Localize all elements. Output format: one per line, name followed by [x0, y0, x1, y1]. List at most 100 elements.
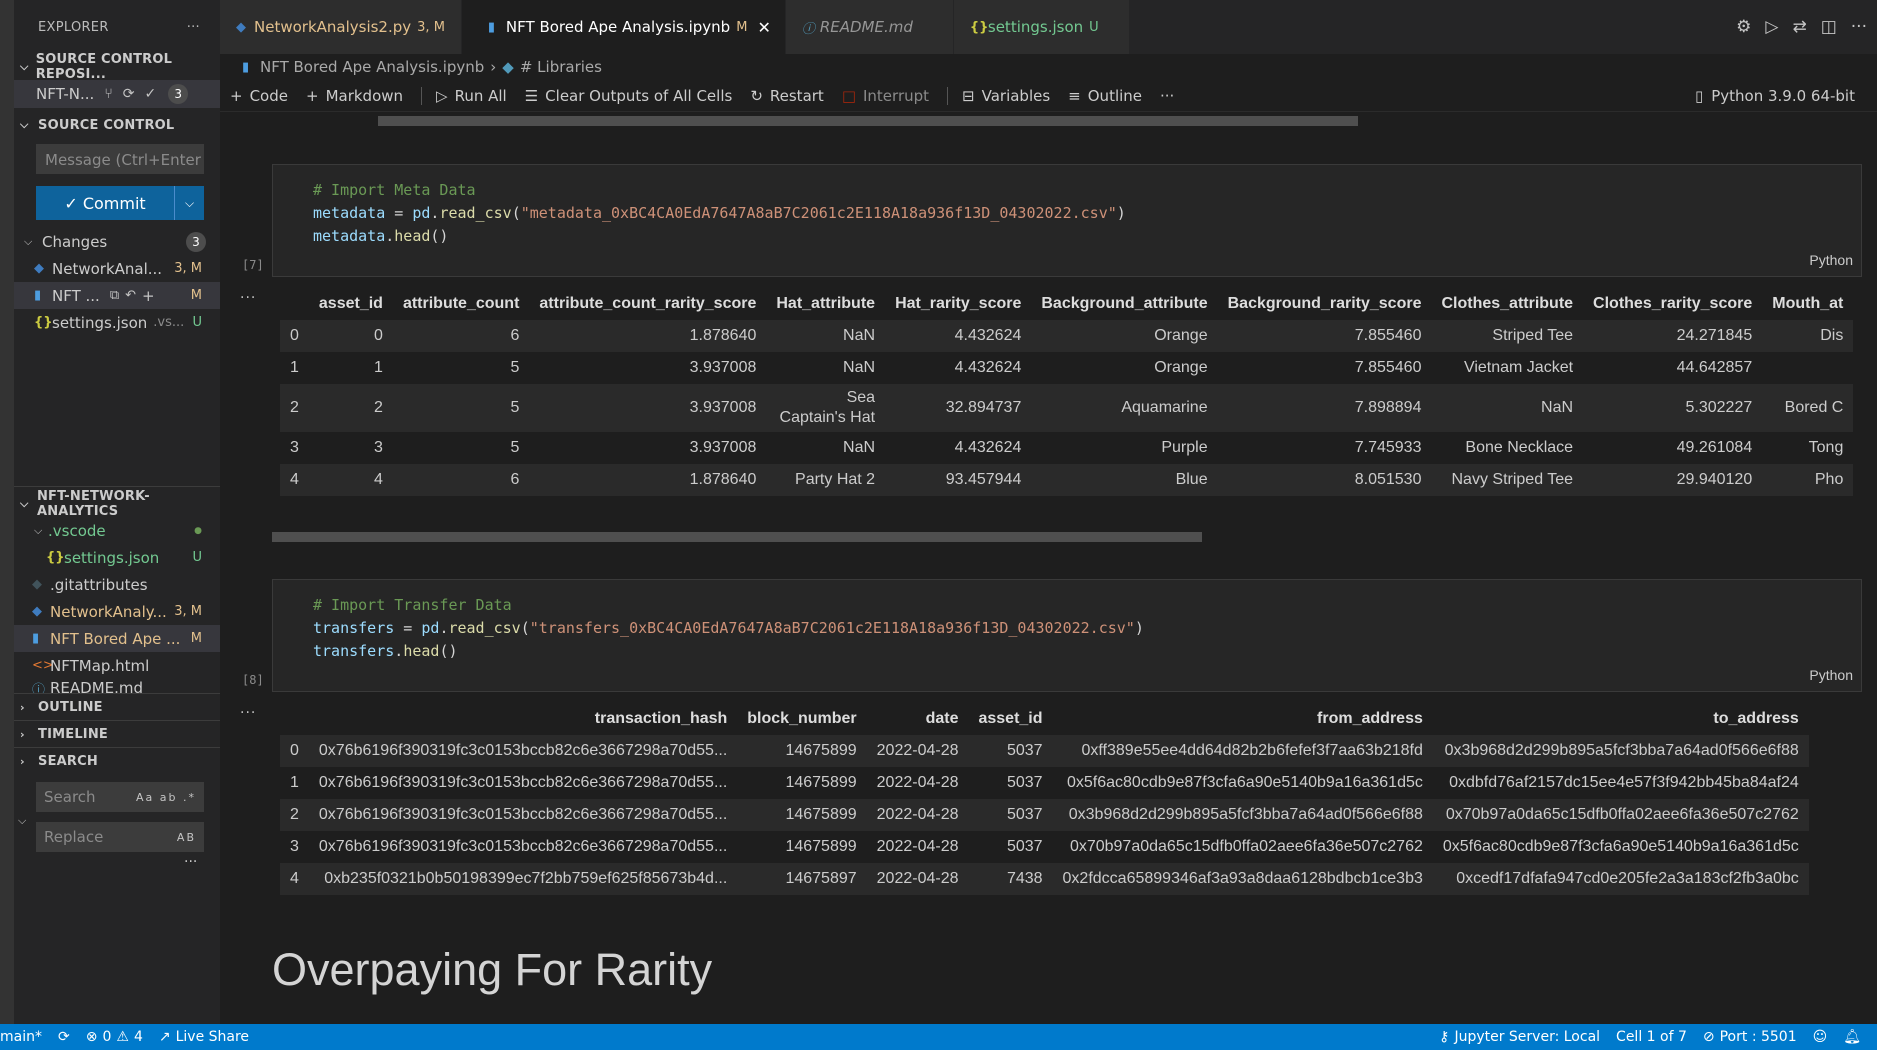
commit-button[interactable]: ✓ Commit ⌵	[36, 186, 204, 220]
change-file-row[interactable]: ▮ NFT ... ⧉ ↶ + M	[14, 282, 220, 309]
sync-icon[interactable]: ⟳	[123, 86, 135, 102]
code-cell-7[interactable]: # Import Meta Data metadata = pd.read_cs…	[272, 164, 1862, 277]
cell-output-more-icon[interactable]: ···	[240, 705, 256, 721]
port-status[interactable]: ⊘ Port : 5501	[1703, 1029, 1797, 1045]
interrupt-button[interactable]: □ Interrupt	[842, 87, 929, 105]
search-options-icon[interactable]: Aa ab .*	[136, 791, 196, 804]
table-cell: 0x76b6196f390319fc3c0153bccb82c6e3667298…	[308, 735, 738, 767]
code-line: metadata.head()	[313, 225, 1861, 248]
stage-changes-icon[interactable]: +	[142, 287, 155, 305]
table-cell: 5037	[968, 799, 1053, 831]
tab-indicator: U	[1089, 19, 1099, 35]
outline-header[interactable]: › OUTLINE	[14, 694, 220, 720]
gear-icon[interactable]: ⚙	[1736, 17, 1751, 37]
clear-outputs-button[interactable]: ☰ Clear Outputs of All Cells	[525, 87, 733, 105]
more-actions-icon[interactable]: ···	[1851, 17, 1867, 37]
code-op: )	[1134, 619, 1144, 637]
table-cell: 44.642857	[1676, 359, 1753, 376]
file-status: U	[192, 550, 202, 565]
search-input[interactable]: Search Aa ab .*	[36, 782, 204, 812]
tab-nft-bored-ape[interactable]: ▮ NFT Bored Ape Analysis.ipynb M ✕	[461, 0, 786, 54]
tab-readme[interactable]: ⓘ README.md	[785, 0, 954, 54]
code-op: .	[394, 642, 404, 660]
cell-position[interactable]: Cell 1 of 7	[1616, 1029, 1687, 1045]
run-icon[interactable]: ▷	[1765, 17, 1778, 37]
change-file-row[interactable]: ◆ NetworkAnal... 3, M	[14, 255, 220, 282]
kernel-picker[interactable]: ▯ Python 3.9.0 64-bit	[1695, 80, 1855, 112]
restart-button[interactable]: ↻ Restart	[750, 87, 824, 105]
search-more-icon[interactable]: ···	[14, 854, 220, 870]
table-header-row: transaction_hash block_number date asset_id…	[280, 703, 1809, 735]
file-row[interactable]: ⓘ README.md	[14, 679, 220, 693]
split-editor-icon[interactable]: ◫	[1821, 17, 1837, 37]
check-icon: ✓	[64, 193, 83, 213]
cell-output-more-icon[interactable]: ···	[240, 290, 256, 306]
button-label: Restart	[769, 86, 824, 105]
notebook-file-icon: ▮	[487, 19, 496, 35]
table-cell: 4.432624	[954, 359, 1022, 376]
sync-icon[interactable]: ⟳	[58, 1029, 70, 1045]
changes-group[interactable]: ⌵ Changes 3	[14, 228, 220, 255]
output-horizontal-scrollbar[interactable]	[272, 532, 1202, 542]
notifications-icon[interactable]: 🔔︎	[1843, 1029, 1861, 1045]
table-cell: NaN	[1431, 384, 1584, 432]
feedback-icon[interactable]: ☺	[1813, 1029, 1828, 1045]
jupyter-server-status[interactable]: ⚷ Jupyter Server: Local	[1439, 1029, 1600, 1045]
file-status: ●	[194, 525, 202, 536]
search-header[interactable]: › SEARCH	[14, 748, 220, 774]
preserve-case-icon[interactable]: AB	[177, 831, 196, 844]
toolbar-separator	[947, 86, 949, 105]
discard-changes-icon[interactable]: ↶	[125, 288, 136, 303]
file-row[interactable]: ◆ .gitattributes	[14, 571, 220, 598]
explorer-more-icon[interactable]: ···	[187, 20, 200, 35]
tab-settings[interactable]: {} settings.json U	[953, 0, 1130, 54]
outline-button[interactable]: ≡ Outline	[1068, 87, 1142, 105]
sidebar: EXPLORER ··· ⌵ SOURCE CONTROL REPOSI... …	[14, 0, 220, 1024]
column-header: Hat_rarity_score	[895, 295, 1022, 312]
horizontal-scrollbar[interactable]	[378, 116, 1358, 126]
change-file-row[interactable]: {} settings.json .vs... U	[14, 309, 220, 336]
repo-row[interactable]: NFT-N... ⑂ ⟳ ✓ 3	[14, 80, 220, 108]
file-row[interactable]: <> NFTMap.html	[14, 652, 220, 679]
cell-language[interactable]: Python	[1809, 249, 1853, 272]
live-share-button[interactable]: ↗ Live Share	[159, 1029, 249, 1045]
code-cell-8[interactable]: # Import Transfer Data transfers = pd.re…	[272, 579, 1862, 692]
commit-message-input[interactable]: Message (Ctrl+Enter ...	[36, 144, 204, 174]
breadcrumb-section[interactable]: # Libraries	[520, 58, 602, 76]
run-all-button[interactable]: ▷ Run All	[436, 87, 507, 105]
variables-button[interactable]: ⊟ Variables	[962, 87, 1050, 105]
check-icon[interactable]: ✓	[144, 86, 156, 102]
cell-language[interactable]: Python	[1809, 664, 1853, 687]
file-name: README.md	[50, 679, 144, 693]
tab-networkanalysis2[interactable]: ◆ NetworkAnalysis2.py 3, M	[220, 0, 462, 54]
file-row[interactable]: {} settings.json U	[14, 544, 220, 571]
breadcrumb-file[interactable]: NFT Bored Ape Analysis.ipynb	[260, 58, 484, 76]
chevron-down-icon[interactable]: ⌵	[18, 814, 26, 828]
project-header[interactable]: ⌵ NFT-NETWORK-ANALYTICS	[14, 489, 220, 519]
timeline-header[interactable]: › TIMELINE	[14, 721, 220, 747]
problems-status[interactable]: ⊗ 0 ⚠ 4	[86, 1029, 143, 1045]
open-file-icon[interactable]: ⧉	[110, 288, 119, 303]
add-markdown-button[interactable]: + Markdown	[306, 87, 403, 105]
branch-status[interactable]: main*	[0, 1029, 42, 1045]
table-cell: 3	[374, 439, 383, 456]
branch-icon[interactable]: ⑂	[104, 86, 112, 102]
source-control-header[interactable]: ⌵ SOURCE CONTROL	[14, 112, 220, 138]
close-icon[interactable]: ✕	[757, 18, 770, 37]
notebook-file-icon: ▮	[34, 288, 42, 303]
code-comment: # Import Meta Data	[313, 181, 476, 199]
add-code-button[interactable]: + Code	[230, 87, 288, 105]
commit-dropdown-icon[interactable]: ⌵	[174, 186, 204, 220]
plus-icon: +	[305, 86, 319, 105]
file-row[interactable]: ▮ NFT Bored Ape ... M	[14, 625, 220, 652]
source-control-repos-header[interactable]: ⌵ SOURCE CONTROL REPOSI...	[14, 52, 220, 82]
table-cell: 5.302227	[1583, 384, 1763, 432]
replace-input[interactable]: Replace AB	[36, 822, 204, 852]
table-cell: Party Hat 2	[766, 464, 886, 496]
file-row[interactable]: ◆ NetworkAnaly... 3, M	[14, 598, 220, 625]
more-toolbar-icon[interactable]: ···	[1160, 87, 1174, 105]
folder-row[interactable]: ⌵ .vscode ●	[14, 517, 220, 544]
status-bar: main* ⟳ ⊗ 0 ⚠ 4 ↗ Live Share ⚷ Jupyter Serve…	[0, 1024, 1877, 1050]
compare-changes-icon[interactable]: ⇄	[1792, 17, 1806, 37]
column-header: date	[925, 710, 959, 727]
